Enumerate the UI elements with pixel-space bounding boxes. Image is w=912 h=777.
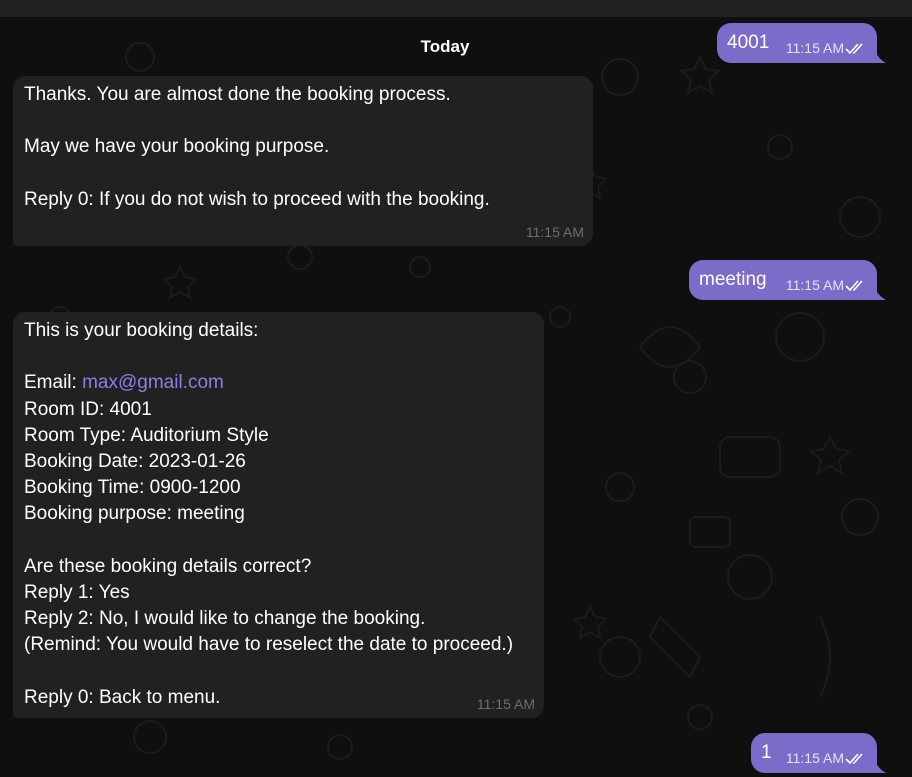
message-line: Reply 0: Back to menu. (24, 686, 221, 708)
message-line (24, 161, 581, 187)
message-line: This is your booking details: (24, 320, 259, 341)
message-time: 11:15 AM (785, 40, 844, 56)
bubble-tail (874, 49, 886, 63)
message-time: 11:15 AM (525, 224, 584, 240)
bubble-tail (874, 759, 886, 773)
date-separator: Today (420, 37, 470, 56)
message-line: Booking Time: 0900-1200 (24, 477, 241, 499)
message-line: Thanks. You are almost done the booking … (24, 84, 451, 105)
message-line: Booking Date: 2023-01-26 (24, 451, 246, 472)
message-outgoing[interactable]: 1 11:15 AM (751, 733, 877, 773)
message-meta: 11:15 AM (786, 40, 865, 56)
message-line: Reply 0: If you do not wish to proceed w… (24, 188, 490, 210)
message-line (24, 108, 581, 134)
double-check-icon (845, 43, 863, 55)
message-time: 11:15 AM (476, 696, 535, 712)
double-check-icon (845, 753, 863, 765)
message-line: Booking purpose: meeting (24, 503, 245, 525)
top-bar (0, 0, 912, 17)
double-check-icon (845, 280, 863, 292)
email-link[interactable]: max@gmail.com (82, 372, 224, 393)
email-line: Email: max@gmail.com (24, 370, 534, 396)
message-incoming[interactable]: This is your booking details: Email: max… (13, 312, 544, 718)
message-incoming[interactable]: Thanks. You are almost done the booking … (13, 76, 593, 246)
message-outgoing[interactable]: meeting 11:15 AM (689, 260, 877, 300)
message-outgoing[interactable]: 4001 11:15 AM (717, 23, 877, 63)
message-meta: 11:15 AM (786, 750, 865, 766)
message-line (24, 344, 534, 370)
message-meta: 11:15 AM (786, 277, 865, 293)
message-line: Room Type: Auditorium Style (24, 424, 269, 446)
message-time: 11:15 AM (785, 277, 844, 293)
message-line: Room ID: 4001 (24, 398, 152, 420)
message-line: Reply 1: Yes (24, 582, 130, 603)
message-time: 11:15 AM (785, 750, 844, 766)
message-line: Are these booking details correct? (24, 555, 312, 577)
chat-window: Today 4001 11:15 AM Thanks. You are almo… (0, 0, 912, 777)
email-label: Email: (24, 372, 83, 394)
message-line (24, 528, 534, 554)
bubble-tail (874, 286, 886, 300)
message-line: (Remind: You would have to reselect the … (24, 634, 514, 656)
message-line (24, 659, 534, 685)
message-line: Reply 2: No, I would like to change the … (24, 608, 426, 630)
message-line: May we have your booking purpose. (24, 136, 330, 158)
